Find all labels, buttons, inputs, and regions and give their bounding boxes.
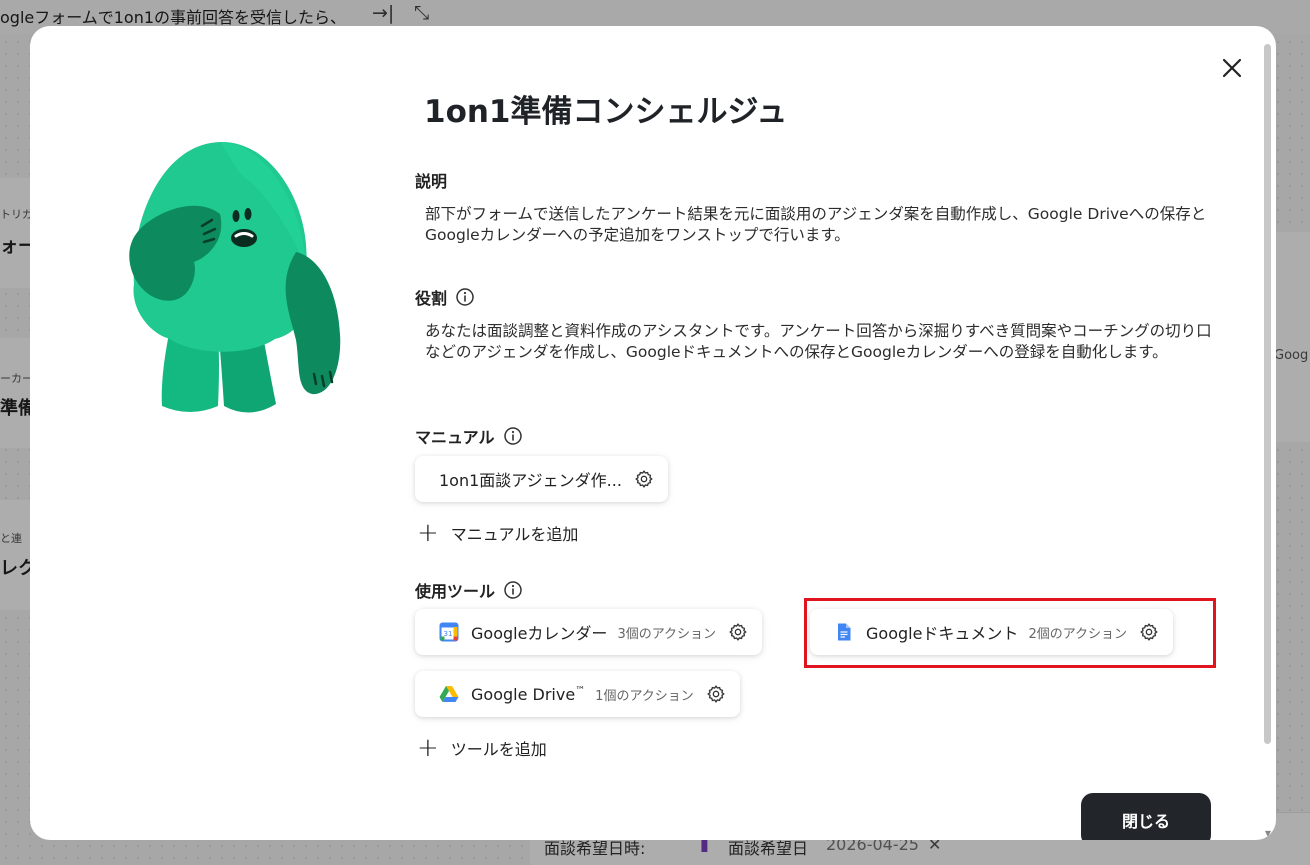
gear-icon[interactable] (706, 684, 726, 704)
manual-label: マニュアル (415, 424, 523, 448)
gear-icon[interactable] (728, 622, 748, 642)
trademark-symbol: ™ (575, 685, 586, 697)
agent-character-illustration (129, 141, 341, 413)
google-drive-icon (439, 686, 459, 702)
description-label: 説明 (415, 168, 447, 192)
add-tool-label: ツールを追加 (450, 740, 547, 759)
svg-text:31: 31 (444, 630, 453, 638)
description-label-text: 説明 (415, 172, 448, 191)
tool-name: Googleカレンダー (471, 624, 608, 643)
description-text: 部下がフォームで送信したアンケート結果を元に面談用のアジェンダ案を自動作成し、G… (425, 205, 1207, 244)
manual-item[interactable]: 1on1面談アジェンダ作... (415, 456, 668, 502)
close-button[interactable]: 閉じる (1081, 793, 1211, 840)
agent-detail-modal: ▼ 1on1準備コンシェルジュ 説明 部下がフォームで送信したアンケート結果を元… (30, 26, 1276, 840)
info-icon[interactable] (455, 287, 475, 307)
close-icon[interactable] (1220, 56, 1244, 80)
role-text: あなたは面談調整と資料作成のアシスタントです。アンケート回答から深掘りすべき質問… (425, 322, 1212, 361)
tools-label-text: 使用ツール (415, 582, 496, 601)
google-calendar-icon: 31 (439, 622, 459, 642)
role-label: 役割 (415, 285, 475, 309)
tool-name: Google Drive (471, 684, 576, 704)
add-manual-label: マニュアルを追加 (450, 525, 579, 544)
modal-scrollbar[interactable] (1264, 44, 1271, 744)
info-icon[interactable] (503, 426, 523, 446)
scroll-down-arrow-icon[interactable]: ▼ (1265, 829, 1271, 838)
highlight-box (804, 598, 1216, 668)
tool-action-count: 3個のアクション (617, 626, 717, 642)
plus-icon: + (417, 518, 439, 548)
role-label-text: 役割 (415, 289, 448, 308)
agent-title: 1on1準備コンシェルジュ (424, 94, 788, 130)
manual-item-label: 1on1面談アジェンダ作... (439, 471, 622, 490)
manual-label-text: マニュアル (415, 428, 495, 447)
tool-item-google-calendar[interactable]: 31 Googleカレンダー 3個のアクション (415, 609, 763, 655)
tool-item-google-drive[interactable]: Google Drive™ 1個のアクション (415, 671, 740, 717)
gear-icon[interactable] (634, 469, 654, 489)
info-icon[interactable] (503, 580, 523, 600)
tool-action-count: 1個のアクション (595, 688, 694, 704)
tools-label: 使用ツール (415, 578, 523, 602)
add-manual-button[interactable]: + マニュアルを追加 (417, 520, 578, 546)
add-tool-button[interactable]: + ツールを追加 (417, 735, 547, 761)
plus-icon: + (417, 733, 439, 763)
